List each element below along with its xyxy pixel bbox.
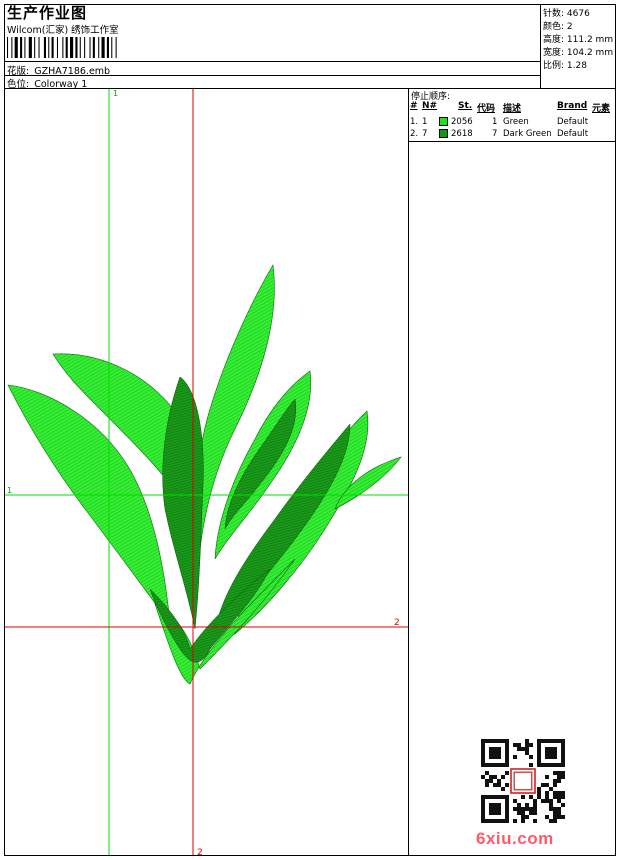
guide-label-h-red: 2 — [394, 618, 400, 628]
stats-divider — [540, 4, 541, 88]
col-header-code: 代码 — [477, 104, 496, 114]
qr-code-image — [481, 739, 565, 823]
stat-height: 高度: 111.2 mm — [543, 35, 614, 45]
colorway-line: 色位: Colorway 1 — [7, 76, 87, 90]
guide-label-h-green: 1 — [7, 486, 12, 495]
watermark-text: 6xiu.com — [476, 829, 554, 848]
table-bottom-divider — [408, 141, 616, 142]
design-line: 花版: GZHA7186.emb — [7, 63, 110, 77]
row-1-color-swatch — [439, 117, 448, 126]
company-name: Wilcom(汇家) 绣饰工作室 — [7, 25, 119, 36]
col-header-brand: Brand — [557, 101, 588, 111]
col-header-index: # — [410, 101, 418, 111]
row-1-needle: 1 — [422, 117, 428, 127]
row-1-index: 1. — [410, 117, 419, 127]
stat-scale: 比例: 1.28 — [543, 61, 587, 71]
canvas-divider — [408, 88, 409, 856]
row-1-brand: Default — [557, 117, 589, 127]
row-2-needle: 7 — [422, 129, 428, 139]
row-1-stitches: 2056 — [451, 117, 473, 127]
row-1-description: Green — [503, 117, 529, 127]
row-2-description: Dark Green — [503, 129, 552, 139]
col-header-description: 描述 — [503, 104, 522, 114]
design-divider — [4, 61, 540, 62]
design-canvas: 1 1 2 2 — [5, 89, 408, 855]
leaves-light-green — [7, 264, 402, 685]
barcode — [7, 37, 117, 58]
stat-stitches: 针数: 4676 — [543, 9, 590, 19]
guide-label-v-red: 2 — [197, 848, 203, 855]
row-2-stitches: 2618 — [451, 129, 473, 139]
guide-label-v-green: 1 — [113, 89, 118, 98]
row-2-brand: Default — [557, 129, 589, 139]
stat-width: 宽度: 104.2 mm — [543, 48, 614, 58]
col-header-needle: N# — [422, 101, 438, 111]
page-title: 生产作业图 — [7, 4, 88, 22]
stat-colors: 颜色: 2 — [543, 22, 573, 32]
row-2-color-swatch — [439, 129, 448, 138]
col-header-element: 元素 — [592, 104, 611, 114]
row-2-code: 7 — [492, 129, 498, 139]
row-1-code: 1 — [492, 117, 498, 127]
col-header-stitches: St. — [458, 101, 473, 111]
row-2-index: 2. — [410, 129, 419, 139]
